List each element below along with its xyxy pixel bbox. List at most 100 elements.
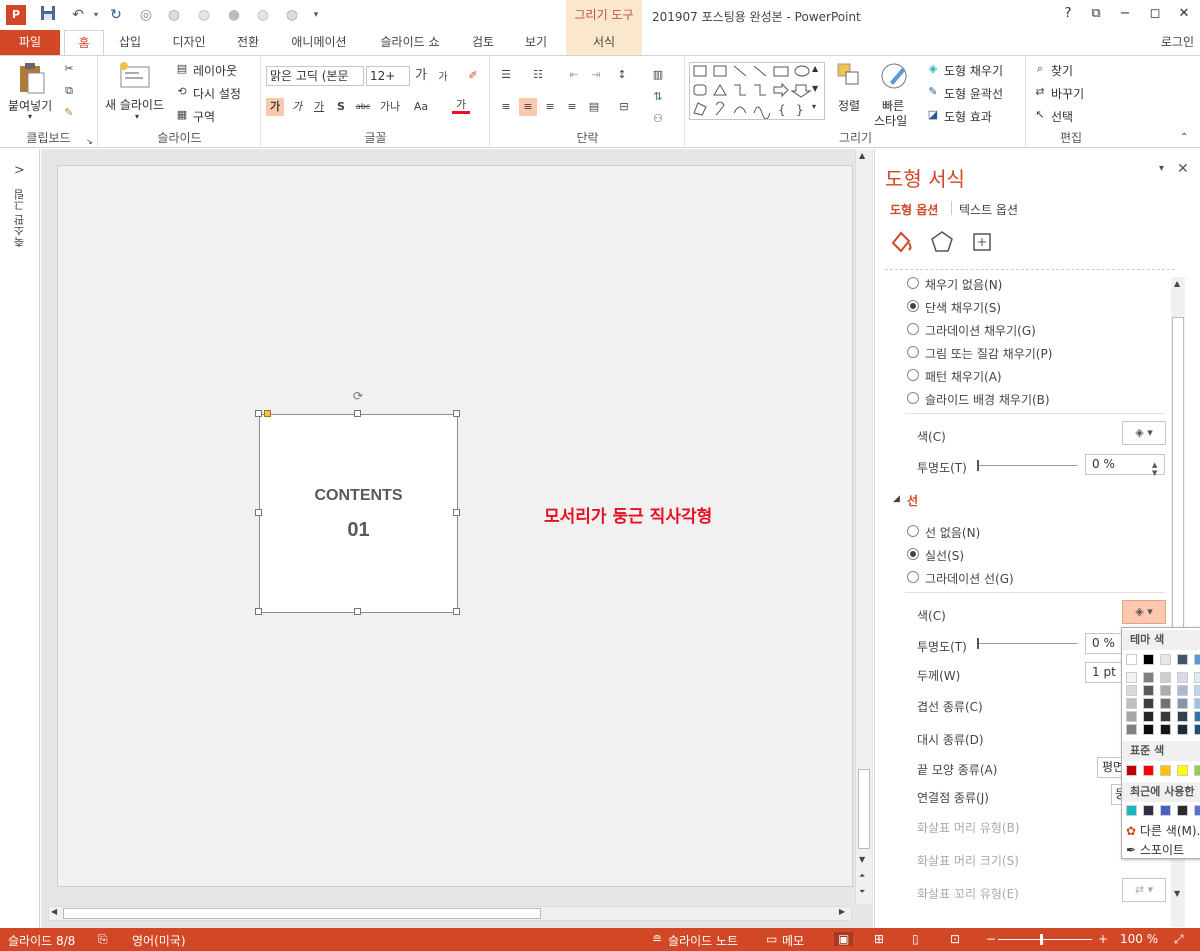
theme-shade-swatch[interactable]	[1126, 698, 1137, 709]
theme-shade-swatch[interactable]	[1194, 685, 1200, 696]
grow-font-button[interactable]: 가	[412, 67, 430, 85]
line-solid-radio[interactable]	[907, 548, 919, 560]
resize-handle-se[interactable]	[453, 608, 460, 615]
shape-fill-button[interactable]: 도형 채우기	[944, 62, 1003, 79]
theme-shade-swatch[interactable]	[1160, 685, 1171, 696]
recent-color-swatch[interactable]	[1160, 805, 1171, 816]
layout-icon[interactable]: ▤	[173, 60, 191, 78]
theme-shade-swatch[interactable]	[1177, 724, 1188, 735]
vertical-scroll-thumb[interactable]	[858, 769, 870, 849]
new-slide-button[interactable]: 새 슬라이드	[105, 96, 164, 113]
cut-icon[interactable]: ✂	[60, 60, 78, 78]
tab-design[interactable]: 디자인	[164, 30, 214, 55]
standard-color-swatch[interactable]	[1177, 765, 1188, 776]
standard-color-swatch[interactable]	[1143, 765, 1154, 776]
scroll-down-icon[interactable]: ▼	[859, 855, 865, 864]
change-case-button[interactable]: Aa	[410, 98, 432, 116]
standard-color-swatch[interactable]	[1194, 765, 1200, 776]
shapes-gallery[interactable]: {}	[689, 62, 825, 120]
fill-option-label[interactable]: 채우기 없음(N)	[925, 276, 1002, 293]
line-none-radio[interactable]	[907, 525, 919, 537]
shape-number-text[interactable]: 01	[260, 519, 457, 542]
shape-fragment-icon[interactable]: ●	[224, 5, 244, 25]
standard-color-swatch[interactable]	[1126, 765, 1137, 776]
layout-button[interactable]: 레이아웃	[193, 62, 237, 79]
theme-shade-swatch[interactable]	[1177, 711, 1188, 722]
theme-shade-swatch[interactable]	[1177, 698, 1188, 709]
replace-icon[interactable]: ⇄	[1031, 83, 1049, 101]
tab-review[interactable]: 검토	[465, 30, 501, 55]
numbering-icon[interactable]: ☷	[529, 66, 547, 84]
normal-view-icon[interactable]: ▣	[834, 932, 854, 946]
theme-shade-swatch[interactable]	[1160, 711, 1171, 722]
paste-dropdown-icon[interactable]: ▾	[28, 112, 32, 121]
shape-effects-icon[interactable]: ◪	[924, 106, 942, 124]
collapse-section-icon[interactable]: ◢	[893, 494, 900, 504]
theme-shade-swatch[interactable]	[1160, 672, 1171, 683]
rotate-handle-icon[interactable]: ⟳	[351, 389, 365, 403]
theme-shade-swatch[interactable]	[1194, 672, 1200, 683]
shape-outline-button[interactable]: 도형 윤곽선	[944, 85, 1003, 102]
columns-icon[interactable]: ▥	[649, 66, 667, 84]
quick-styles-label-2[interactable]: 스타일	[874, 112, 907, 129]
line-color-button[interactable]: ◈ ▾	[1122, 600, 1166, 624]
bullets-icon[interactable]: ☰	[497, 66, 515, 84]
slideshow-icon[interactable]: ⊡	[950, 932, 960, 946]
corner-adjust-handle[interactable]	[264, 410, 271, 417]
fill-background-radio[interactable]	[907, 392, 919, 404]
arrange-button[interactable]: 정렬	[838, 97, 860, 114]
fill-option-label[interactable]: 그림 또는 질감 채우기(P)	[925, 345, 1052, 362]
theme-shade-swatch[interactable]	[1126, 724, 1137, 735]
italic-button[interactable]: 가	[288, 98, 306, 116]
theme-color-swatch[interactable]	[1143, 654, 1154, 665]
theme-shade-swatch[interactable]	[1160, 724, 1171, 735]
slider-knob[interactable]	[977, 460, 979, 471]
tab-animations[interactable]: 애니메이션	[283, 30, 355, 55]
strikethrough-button[interactable]: abc	[354, 98, 372, 116]
horizontal-scroll-thumb[interactable]	[63, 908, 541, 919]
theme-shade-swatch[interactable]	[1126, 672, 1137, 683]
ribbon-display-options-button[interactable]: ⧉	[1085, 6, 1107, 24]
copy-icon[interactable]: ⧉	[60, 82, 78, 100]
fill-transparency-slider[interactable]	[977, 460, 1077, 471]
close-button[interactable]: ✕	[1173, 6, 1195, 24]
align-left-icon[interactable]: ≡	[497, 98, 515, 116]
shrink-font-button[interactable]: 가	[434, 69, 452, 87]
shape-intersect-icon[interactable]: ◍	[253, 5, 273, 25]
zoom-slider-knob[interactable]	[1040, 934, 1043, 945]
text-align-vertical-icon[interactable]: ⊟	[615, 98, 633, 116]
previous-slide-icon[interactable]: ⏶	[859, 871, 865, 881]
effects-icon[interactable]	[929, 229, 955, 255]
pane-options-icon[interactable]: ▾	[1159, 163, 1164, 174]
decrease-indent-icon[interactable]: ⇤	[565, 66, 583, 84]
theme-shade-swatch[interactable]	[1126, 685, 1137, 696]
tab-transitions[interactable]: 전환	[230, 30, 266, 55]
theme-shade-swatch[interactable]	[1143, 724, 1154, 735]
resize-handle-w[interactable]	[255, 509, 262, 516]
sign-in-link[interactable]: 로그인	[1161, 30, 1194, 55]
justify-icon[interactable]: ≡	[563, 98, 581, 116]
notes-button[interactable]: 슬라이드 노트	[668, 932, 738, 949]
align-right-icon[interactable]: ≡	[541, 98, 559, 116]
tab-shape-options[interactable]: 도형 옵션	[890, 201, 938, 218]
reading-view-icon[interactable]: ▯	[912, 932, 919, 946]
minimize-button[interactable]: −	[1114, 6, 1136, 24]
shape-outline-icon[interactable]: ✎	[924, 83, 942, 101]
spelling-check-icon[interactable]: ⎘	[98, 932, 108, 947]
gallery-more-icon[interactable]: ▾	[812, 102, 816, 111]
text-direction-icon[interactable]: ⇅	[649, 88, 667, 106]
tab-view[interactable]: 보기	[518, 30, 554, 55]
font-size-combo[interactable]: 12+	[366, 66, 410, 86]
theme-shade-swatch[interactable]	[1143, 685, 1154, 696]
scroll-left-icon[interactable]: ◀	[51, 907, 57, 916]
tab-slideshow[interactable]: 슬라이드 쇼	[372, 30, 448, 55]
fit-slide-icon[interactable]: ⤢	[1174, 932, 1184, 947]
slider-knob[interactable]	[977, 638, 979, 649]
distributed-icon[interactable]: ▤	[585, 98, 603, 116]
font-name-combo[interactable]: 맑은 고딕 (본문	[266, 66, 364, 86]
fill-no-fill-radio[interactable]	[907, 277, 919, 289]
customize-qat-icon[interactable]: ▾	[306, 5, 326, 25]
expand-thumbnails-icon[interactable]: >	[14, 163, 25, 178]
line-option-label[interactable]: 선 없음(N)	[925, 524, 980, 541]
size-properties-icon[interactable]	[969, 229, 995, 255]
